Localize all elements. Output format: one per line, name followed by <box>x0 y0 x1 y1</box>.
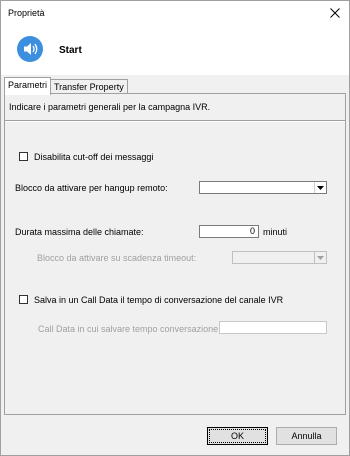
speaker-icon <box>17 36 43 62</box>
save-call-data-checkbox[interactable] <box>19 295 28 304</box>
tab-strip: Parametri Transfer Property <box>1 77 349 95</box>
hangup-block-label: Blocco da attivare per hangup remoto: <box>15 183 168 193</box>
window-title: Proprietà <box>8 8 45 18</box>
tab-parametri[interactable]: Parametri <box>4 77 52 95</box>
call-data-field-input[interactable] <box>219 321 327 334</box>
ok-button[interactable]: OK <box>207 427 268 445</box>
title-bar: Proprietà <box>1 1 349 25</box>
disable-cutoff-label: Disabilita cut-off dei messaggi <box>34 152 154 162</box>
timeout-block-label: Blocco da attivare su scadenza timeout: <box>37 253 197 263</box>
cancel-button[interactable]: Annulla <box>276 427 337 445</box>
max-duration-label: Durata massima delle chiamate: <box>15 227 144 237</box>
disable-cutoff-checkbox[interactable] <box>19 152 28 161</box>
chevron-down-icon <box>314 182 326 193</box>
close-button[interactable] <box>325 4 345 22</box>
divider <box>5 120 345 122</box>
dialog-footer: OK Annulla <box>1 417 349 455</box>
save-call-data-row[interactable]: Salva in un Call Data il tempo di conver… <box>19 295 283 305</box>
header-title: Start <box>59 45 82 56</box>
parametri-panel: Indicare i parametri generali per la cam… <box>4 93 346 415</box>
timeout-block-select[interactable] <box>232 251 327 264</box>
tab-transfer-property[interactable]: Transfer Property <box>50 79 128 94</box>
properties-dialog: Proprietà Start Parametri Transfer Prope… <box>0 0 350 456</box>
close-icon <box>330 8 340 18</box>
max-duration-input[interactable]: 0 <box>199 225 259 238</box>
intro-text: Indicare i parametri generali per la cam… <box>9 102 211 112</box>
dialog-header: Start <box>1 25 349 75</box>
max-duration-unit: minuti <box>263 227 288 237</box>
call-data-field-label: Call Data in cui salvare tempo conversaz… <box>38 324 221 334</box>
chevron-down-icon <box>314 252 326 263</box>
save-call-data-label: Salva in un Call Data il tempo di conver… <box>34 295 284 305</box>
hangup-block-select[interactable] <box>199 181 327 194</box>
disable-cutoff-row[interactable]: Disabilita cut-off dei messaggi <box>19 152 153 162</box>
